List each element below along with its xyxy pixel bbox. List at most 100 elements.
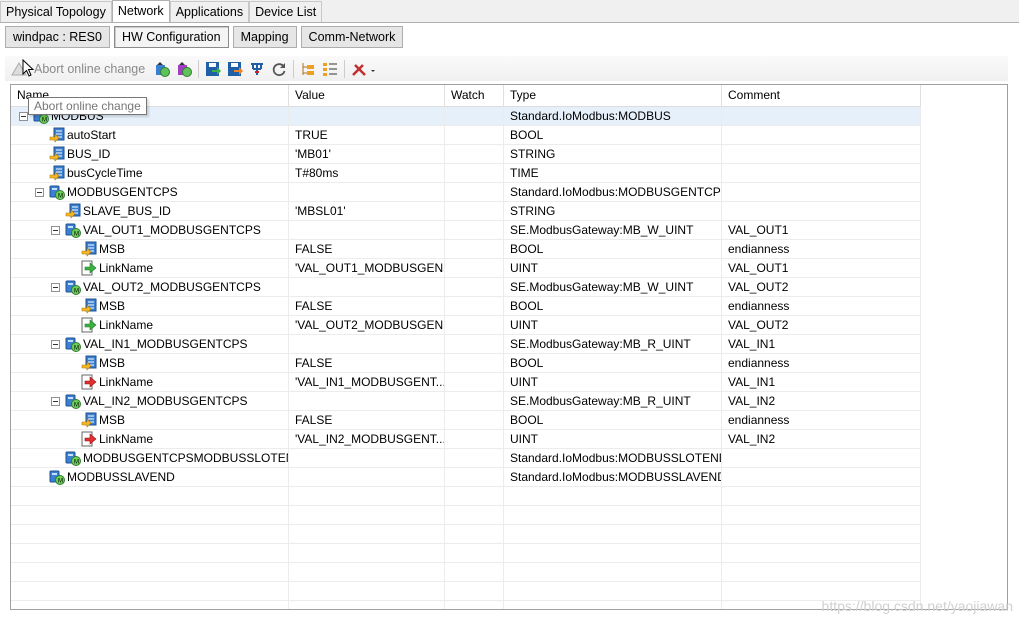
empty-cell bbox=[289, 563, 445, 582]
collapse-tree-icon[interactable] bbox=[322, 61, 338, 77]
parameter-icon bbox=[49, 127, 65, 143]
add-module-icon[interactable] bbox=[176, 61, 193, 77]
collapse-toggle-icon[interactable] bbox=[51, 283, 60, 292]
value-cell[interactable]: FALSE bbox=[289, 240, 445, 259]
column-header-value[interactable]: Value bbox=[289, 85, 445, 107]
collapse-toggle-icon[interactable] bbox=[51, 397, 60, 406]
table-row[interactable]: LinkName 'VAL_IN2_MODBUSGENT... UINT VAL_IN… bbox=[11, 430, 921, 449]
value-cell[interactable]: FALSE bbox=[289, 411, 445, 430]
modbus-device-icon: M bbox=[65, 450, 81, 466]
table-row[interactable]: M MODBUS Standard.IoModbus:MODBUS bbox=[11, 107, 921, 126]
watch-cell bbox=[445, 278, 504, 297]
value-cell[interactable]: 'VAL_OUT2_MODBUSGEN... bbox=[289, 316, 445, 335]
type-cell: SE.ModbusGateway:MB_W_UINT bbox=[504, 278, 722, 297]
table-row[interactable]: busCycleTime T#80ms TIME bbox=[11, 164, 921, 183]
tab-device-list[interactable]: Device List bbox=[249, 1, 323, 23]
value-cell[interactable] bbox=[289, 183, 445, 202]
value-cell[interactable]: T#80ms bbox=[289, 164, 445, 183]
value-cell[interactable]: 'VAL_IN1_MODBUSGENT... bbox=[289, 373, 445, 392]
column-header-type[interactable]: Type bbox=[504, 85, 722, 107]
parameter-icon bbox=[81, 412, 97, 428]
table-row[interactable]: MSB FALSE BOOL endianness bbox=[11, 297, 921, 316]
collapse-toggle-icon[interactable] bbox=[51, 226, 60, 235]
value-cell[interactable] bbox=[289, 107, 445, 126]
abort-online-change-button[interactable]: Abort online change bbox=[34, 62, 145, 76]
tools-dropdown-icon[interactable] bbox=[351, 61, 377, 77]
name-cell: M MODBUSGENTCPS bbox=[11, 183, 289, 202]
svg-text:M: M bbox=[42, 118, 47, 124]
table-row[interactable]: M VAL_OUT2_MODBUSGENTCPS SE.ModbusGateway:… bbox=[11, 278, 921, 297]
table-row[interactable]: autoStart TRUE BOOL bbox=[11, 126, 921, 145]
watch-cell bbox=[445, 335, 504, 354]
value-cell[interactable]: 'MB01' bbox=[289, 145, 445, 164]
column-header-watch[interactable]: Watch bbox=[445, 85, 504, 107]
empty-cell bbox=[289, 506, 445, 525]
save-export-icon[interactable] bbox=[205, 61, 222, 77]
table-row[interactable]: M VAL_IN1_MODBUSGENTCPS SE.ModbusGateway:M… bbox=[11, 335, 921, 354]
type-cell: Standard.IoModbus:MODBUSSLOTEND bbox=[504, 449, 722, 468]
empty-row bbox=[11, 487, 921, 506]
table-row[interactable]: MSB FALSE BOOL endianness bbox=[11, 354, 921, 373]
node-name: MODBUSSLAVEND bbox=[67, 470, 175, 484]
comment-cell: VAL_OUT1 bbox=[722, 259, 921, 278]
table-row[interactable]: M VAL_OUT1_MODBUSGENTCPS SE.ModbusGateway:… bbox=[11, 221, 921, 240]
value-cell[interactable]: 'VAL_OUT1_MODBUSGEN... bbox=[289, 259, 445, 278]
table-row[interactable]: MSB FALSE BOOL endianness bbox=[11, 411, 921, 430]
value-cell[interactable] bbox=[289, 278, 445, 297]
value-cell[interactable]: TRUE bbox=[289, 126, 445, 145]
subtab-mapping[interactable]: Mapping bbox=[232, 26, 297, 48]
value-cell[interactable] bbox=[289, 468, 445, 487]
value-cell[interactable]: FALSE bbox=[289, 354, 445, 373]
value-cell[interactable] bbox=[289, 449, 445, 468]
table-row[interactable]: MSB FALSE BOOL endianness bbox=[11, 240, 921, 259]
network-icon[interactable] bbox=[249, 61, 265, 77]
svg-text:M: M bbox=[74, 346, 79, 352]
value-cell[interactable]: 'MBSL01' bbox=[289, 202, 445, 221]
type-cell: Standard.IoModbus:MODBUSGENTCPS bbox=[504, 183, 722, 202]
modbus-device-icon: M bbox=[49, 469, 65, 485]
comment-cell: VAL_IN1 bbox=[722, 335, 921, 354]
node-name: busCycleTime bbox=[67, 166, 143, 180]
table-row[interactable]: M MODBUSGENTCPSMODBUSSLOTEND Standard.IoMo… bbox=[11, 449, 921, 468]
empty-cell bbox=[289, 525, 445, 544]
value-cell[interactable] bbox=[289, 392, 445, 411]
link-in-icon bbox=[81, 431, 97, 447]
save-import-icon[interactable] bbox=[227, 61, 244, 77]
watch-cell bbox=[445, 183, 504, 202]
expand-tree-icon[interactable] bbox=[300, 61, 316, 77]
top-tabs: Physical Topology Network Applications Devi… bbox=[0, 0, 323, 23]
table-row[interactable]: BUS_ID 'MB01' STRING bbox=[11, 145, 921, 164]
watch-cell bbox=[445, 316, 504, 335]
table-row[interactable]: SLAVE_BUS_ID 'MBSL01' STRING bbox=[11, 202, 921, 221]
name-cell: busCycleTime bbox=[11, 164, 289, 183]
table-row[interactable]: M MODBUSGENTCPS Standard.IoModbus:MODBUSGE… bbox=[11, 183, 921, 202]
subtab-comm-network[interactable]: Comm-Network bbox=[300, 26, 404, 48]
table-row[interactable]: M VAL_IN2_MODBUSGENTCPS SE.ModbusGateway:M… bbox=[11, 392, 921, 411]
value-cell[interactable] bbox=[289, 221, 445, 240]
empty-cell bbox=[722, 563, 921, 582]
watch-cell bbox=[445, 449, 504, 468]
modbus-device-icon: M bbox=[49, 184, 65, 200]
value-cell[interactable]: 'VAL_IN2_MODBUSGENT... bbox=[289, 430, 445, 449]
subtab-hw-configuration[interactable]: HW Configuration bbox=[113, 26, 229, 48]
value-cell[interactable]: FALSE bbox=[289, 297, 445, 316]
tab-physical-topology[interactable]: Physical Topology bbox=[0, 1, 112, 23]
add-device-icon[interactable] bbox=[154, 61, 171, 77]
collapse-toggle-icon[interactable] bbox=[35, 188, 44, 197]
table-row[interactable]: M MODBUSSLAVEND Standard.IoModbus:MODBUSSL… bbox=[11, 468, 921, 487]
tab-applications[interactable]: Applications bbox=[169, 1, 250, 23]
collapse-toggle-icon[interactable] bbox=[51, 340, 60, 349]
table-row[interactable]: LinkName 'VAL_IN1_MODBUSGENT... UINT VAL_IN… bbox=[11, 373, 921, 392]
column-header-comment[interactable]: Comment bbox=[722, 85, 921, 107]
refresh-icon[interactable] bbox=[271, 61, 287, 77]
comment-cell bbox=[722, 468, 921, 487]
value-cell[interactable] bbox=[289, 335, 445, 354]
table-row[interactable]: LinkName 'VAL_OUT2_MODBUSGEN... UINT VAL_OU… bbox=[11, 316, 921, 335]
comment-cell: endianness bbox=[722, 297, 921, 316]
svg-text:M: M bbox=[74, 403, 79, 409]
empty-row bbox=[11, 601, 921, 609]
collapse-toggle-icon[interactable] bbox=[19, 112, 28, 121]
tab-network[interactable]: Network bbox=[111, 0, 170, 23]
table-row[interactable]: LinkName 'VAL_OUT1_MODBUSGEN... UINT VAL_OU… bbox=[11, 259, 921, 278]
subtab-windpac-res0[interactable]: windpac : RES0 bbox=[5, 26, 110, 48]
